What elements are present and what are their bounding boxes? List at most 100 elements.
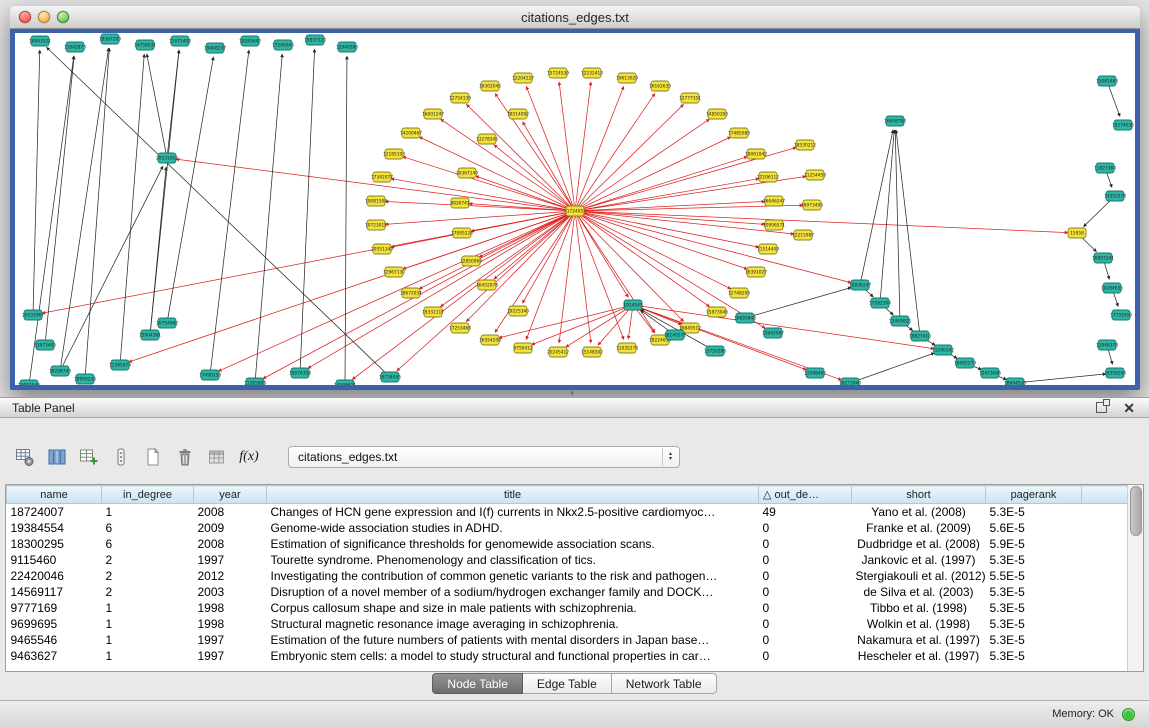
scrollbar-thumb[interactable] xyxy=(1130,486,1142,536)
table-row[interactable]: 1938455462009Genome-wide association stu… xyxy=(7,520,1128,536)
graph-edge[interactable] xyxy=(419,137,575,211)
graph-edge[interactable] xyxy=(466,211,575,322)
graph-edge[interactable] xyxy=(1015,374,1106,383)
graph-edge[interactable] xyxy=(575,211,731,289)
graph-edge[interactable] xyxy=(526,211,575,340)
graph-edge[interactable] xyxy=(523,122,575,211)
graph-edge[interactable] xyxy=(531,305,633,345)
table-row[interactable]: 2242004622012Investigating the contribut… xyxy=(7,568,1128,584)
minimize-window-button[interactable] xyxy=(38,11,50,23)
function-builder-button[interactable]: f(x) xyxy=(236,444,262,470)
close-window-button[interactable] xyxy=(19,11,31,23)
graph-edge[interactable] xyxy=(120,54,144,365)
memory-status-label: Memory: OK xyxy=(1052,708,1114,720)
table-row[interactable]: 977716911998Corpus callosum shape and si… xyxy=(7,600,1128,616)
graph-edge[interactable] xyxy=(479,211,575,257)
graph-edge[interactable] xyxy=(45,56,74,345)
column-header-year[interactable]: year xyxy=(194,486,267,504)
show-columns-button[interactable] xyxy=(44,444,70,470)
graph-node-label: 16648794 xyxy=(884,119,906,125)
graph-edge[interactable] xyxy=(880,130,894,303)
zoom-window-button[interactable] xyxy=(57,11,69,23)
graph-edge[interactable] xyxy=(397,211,575,371)
column-header-pagerank[interactable]: pagerank xyxy=(986,486,1082,504)
graph-edge[interactable] xyxy=(575,211,710,307)
graph-node-label: 19225340 xyxy=(507,309,529,315)
graph-edge[interactable] xyxy=(575,211,1068,233)
tab-edge-table[interactable]: Edge Table xyxy=(523,673,612,694)
graph-edge[interactable] xyxy=(440,119,575,211)
graph-edge[interactable] xyxy=(850,353,935,383)
import-table-button[interactable] xyxy=(204,444,230,470)
column-header-title[interactable]: title xyxy=(267,486,759,504)
graph-edge[interactable] xyxy=(575,211,794,234)
graph-node-label: 12850963 xyxy=(460,259,482,265)
graph-edge[interactable] xyxy=(85,48,109,379)
table-cell: 5.3E-5 xyxy=(986,600,1082,616)
column-header-in_degree[interactable]: in_degree xyxy=(102,486,194,504)
graph-edge[interactable] xyxy=(385,211,575,224)
graph-edge[interactable] xyxy=(255,54,282,383)
vertical-scrollbar[interactable] xyxy=(1127,485,1143,671)
graph-edge[interactable] xyxy=(42,211,575,313)
graph-edge[interactable] xyxy=(575,157,747,211)
table-cell: 5.9E-5 xyxy=(986,536,1082,552)
graph-edge[interactable] xyxy=(210,50,249,375)
delete-button[interactable] xyxy=(172,444,198,470)
new-document-button[interactable] xyxy=(140,444,166,470)
row-options-button[interactable] xyxy=(108,444,134,470)
table-row[interactable]: 1830029562008Estimation of significance … xyxy=(7,536,1128,552)
graph-edge[interactable] xyxy=(469,204,575,211)
table-cell: Nakamura et al. (1997) xyxy=(852,632,986,648)
graph-edge[interactable] xyxy=(566,305,633,347)
network-canvas[interactable]: 1724051572453912204227183020451275413916… xyxy=(15,33,1135,385)
column-header-filler xyxy=(1082,486,1128,504)
graph-node-label: 17253468 xyxy=(449,326,471,332)
table-options-button[interactable] xyxy=(12,444,38,470)
graph-edge[interactable] xyxy=(167,50,179,158)
graph-edge[interactable] xyxy=(575,137,731,211)
table-cell: 0 xyxy=(759,632,852,648)
table-row[interactable]: 1456911722003Disruption of a novel membe… xyxy=(7,584,1128,600)
table-cell: 1997 xyxy=(194,648,267,664)
table-row[interactable]: 911546021997Tourette syndrome. Phenomeno… xyxy=(7,552,1128,568)
graph-edge[interactable] xyxy=(575,211,624,340)
graph-edge[interactable] xyxy=(559,211,575,343)
tab-node-table[interactable]: Node Table xyxy=(432,673,523,694)
close-panel-icon[interactable]: ✕ xyxy=(1123,401,1135,415)
graph-edge[interactable] xyxy=(575,211,851,283)
table-row[interactable]: 1872400712008Changes of HCN gene express… xyxy=(7,504,1128,521)
graph-edge[interactable] xyxy=(575,119,710,211)
graph-edge[interactable] xyxy=(147,54,167,158)
column-header-name[interactable]: name xyxy=(7,486,102,504)
table-selector-combo[interactable]: citations_edges.txt ▴ ▾ xyxy=(288,446,680,468)
graph-edge[interactable] xyxy=(308,211,575,368)
graph-edge[interactable] xyxy=(575,211,765,224)
table-cell: 18300295 xyxy=(7,536,102,552)
graph-edge[interactable] xyxy=(129,211,575,362)
table-row[interactable]: 946362711997Embryonic stem cells: a mode… xyxy=(7,648,1128,664)
graph-edge[interactable] xyxy=(575,211,655,332)
float-panel-icon[interactable] xyxy=(1096,402,1107,413)
graph-edge[interactable] xyxy=(745,287,851,318)
network-window-titlebar[interactable]: citations_edges.txt xyxy=(10,6,1140,29)
table-cell: 22420046 xyxy=(7,568,102,584)
graph-edge[interactable] xyxy=(575,211,591,343)
graph-edge[interactable] xyxy=(300,49,315,373)
graph-edge[interactable] xyxy=(46,47,390,377)
column-header-out_degree[interactable]: △ out_de… xyxy=(759,486,852,504)
graph-edge[interactable] xyxy=(419,211,575,289)
graph-edge[interactable] xyxy=(33,50,40,315)
table-row[interactable]: 946554611997Estimation of the future num… xyxy=(7,632,1128,648)
graph-edge[interactable] xyxy=(475,176,575,211)
table-cell: 0 xyxy=(759,600,852,616)
table-cell: Jankovic et al. (1997) xyxy=(852,552,986,568)
graph-edge[interactable] xyxy=(598,305,633,345)
column-header-short[interactable]: short xyxy=(852,486,986,504)
table-row[interactable]: 969969511998Structural magnetic resonanc… xyxy=(7,616,1128,632)
graph-edge[interactable] xyxy=(150,167,166,335)
tab-network-table[interactable]: Network Table xyxy=(612,673,717,694)
new-column-button[interactable] xyxy=(76,444,102,470)
table-cell: Structural magnetic resonance image aver… xyxy=(267,616,759,632)
graph-edge[interactable] xyxy=(403,157,575,211)
